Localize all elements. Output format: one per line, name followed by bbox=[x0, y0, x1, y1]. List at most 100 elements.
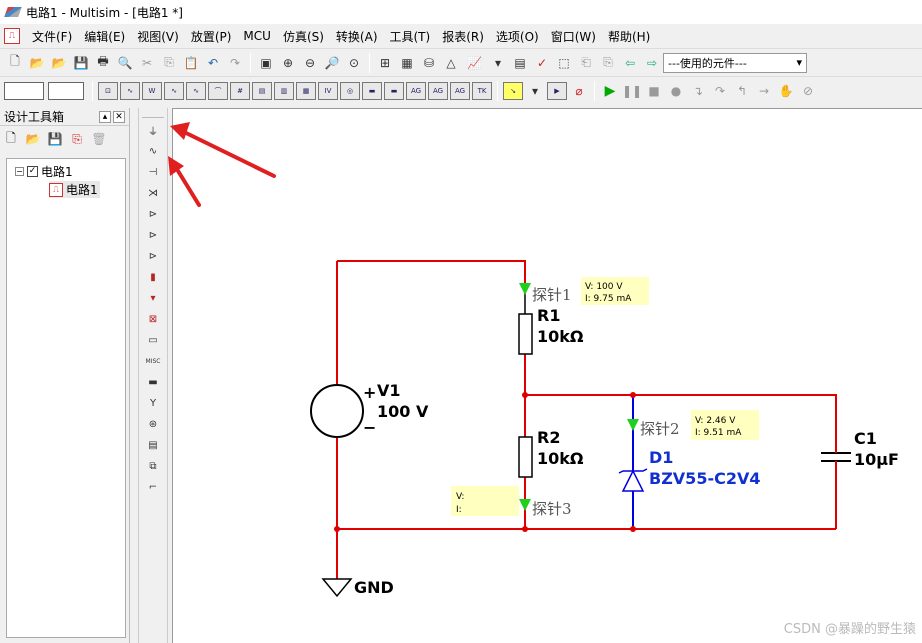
postprocessor-icon[interactable]: △ bbox=[441, 53, 461, 73]
pause-at-next-edge-icon[interactable]: ● bbox=[666, 81, 686, 101]
tektronix-oscilloscope-icon[interactable]: TK bbox=[472, 81, 492, 100]
copy-icon[interactable]: ⎘ bbox=[159, 53, 179, 73]
full-screen-icon[interactable]: ▣ bbox=[256, 53, 276, 73]
network-analyzer-icon[interactable]: ▬ bbox=[384, 81, 404, 100]
select-region-icon[interactable]: ⬚ bbox=[554, 53, 574, 73]
multimeter-icon[interactable]: ⊡ bbox=[98, 81, 118, 100]
menu-simulate[interactable]: 仿真(S) bbox=[277, 28, 330, 45]
transistor-icon[interactable]: ⋊ bbox=[141, 183, 165, 204]
menu-tools[interactable]: 工具(T) bbox=[384, 28, 437, 45]
pause-simulation-icon[interactable]: ❚❚ bbox=[622, 81, 642, 101]
run-simulation-icon[interactable]: ▶ bbox=[600, 81, 620, 101]
current-clamp-icon[interactable]: ⌀ bbox=[569, 81, 589, 101]
database-icon[interactable]: ⛁ bbox=[419, 53, 439, 73]
bode-plotter-icon[interactable]: ⌒ bbox=[208, 81, 228, 100]
checkbox-checked-icon[interactable]: ✓ bbox=[27, 166, 38, 177]
menu-mcu[interactable]: MCU bbox=[237, 29, 277, 43]
indicator-icon[interactable]: ⊠ bbox=[141, 309, 165, 330]
menu-reports[interactable]: 报表(R) bbox=[436, 28, 490, 45]
simulate-switch[interactable] bbox=[4, 81, 44, 100]
bus-icon[interactable]: ⌐ bbox=[141, 477, 165, 498]
zoom-in-icon[interactable]: ⊕ bbox=[278, 53, 298, 73]
frequency-counter-icon[interactable]: # bbox=[230, 81, 250, 100]
iv-analyzer-icon[interactable]: IV bbox=[318, 81, 338, 100]
transfer-forward-icon[interactable]: ⇨ bbox=[642, 53, 662, 73]
agilent-multimeter-icon[interactable]: AG bbox=[428, 81, 448, 100]
distortion-analyzer-icon[interactable]: ◎ bbox=[340, 81, 360, 100]
logic-converter-icon[interactable]: ▥ bbox=[274, 81, 294, 100]
back-annotate-icon[interactable]: ⎗ bbox=[576, 53, 596, 73]
collapse-icon[interactable]: − bbox=[15, 167, 24, 176]
rf-icon[interactable]: Y bbox=[141, 393, 165, 414]
mixed-icon[interactable]: ▾ bbox=[141, 288, 165, 309]
menu-transfer[interactable]: 转换(A) bbox=[330, 28, 384, 45]
forward-annotate-icon[interactable]: ⎘ bbox=[598, 53, 618, 73]
power-icon[interactable]: ▭ bbox=[141, 330, 165, 351]
simulate-switch-off[interactable] bbox=[48, 81, 84, 100]
probe-dropdown-icon[interactable]: ▾ bbox=[525, 81, 545, 101]
erc-icon[interactable]: ▤ bbox=[510, 53, 530, 73]
close-icon[interactable]: ✕ bbox=[113, 110, 125, 123]
cmos-icon[interactable]: ⊳ bbox=[141, 246, 165, 267]
step-out-icon[interactable]: ↰ bbox=[732, 81, 752, 101]
zoom-area-icon[interactable]: 🔎 bbox=[322, 53, 342, 73]
tree-root-node[interactable]: − ✓ 电路1 bbox=[15, 163, 73, 180]
c1-capacitor[interactable] bbox=[821, 426, 851, 489]
hierarchical-block-icon[interactable]: ⧉ bbox=[141, 456, 165, 477]
ground-symbol[interactable] bbox=[321, 578, 353, 598]
step-into-icon[interactable]: ↴ bbox=[688, 81, 708, 101]
measurement-probe-icon[interactable]: ↘ bbox=[503, 81, 523, 100]
paste-icon[interactable]: 📋 bbox=[181, 53, 201, 73]
agilent-generator-icon[interactable]: AG bbox=[406, 81, 426, 100]
zoom-fit-icon[interactable]: ⊙ bbox=[344, 53, 364, 73]
save-icon[interactable]: 💾 bbox=[71, 53, 91, 73]
close-design-icon[interactable]: ⎘ bbox=[68, 130, 86, 148]
print-preview-icon[interactable]: 🔍 bbox=[115, 53, 135, 73]
electromechanical-icon[interactable]: ⊛ bbox=[141, 414, 165, 435]
menu-file[interactable]: 文件(F) bbox=[26, 28, 78, 45]
panel-pin-icon[interactable]: ▴ bbox=[99, 110, 111, 123]
schematic-canvas[interactable]: + − V1 100 V R1 10kΩ R2 10kΩ D1 BZV55-C2… bbox=[172, 108, 922, 643]
function-generator-icon[interactable]: ∿ bbox=[120, 81, 140, 100]
spreadsheet-icon[interactable]: ▦ bbox=[397, 53, 417, 73]
transfer-back-icon[interactable]: ⇦ bbox=[620, 53, 640, 73]
menu-window[interactable]: 窗口(W) bbox=[545, 28, 602, 45]
misc-icon[interactable]: MISC bbox=[141, 351, 165, 372]
wattmeter-icon[interactable]: W bbox=[142, 81, 162, 100]
redo-icon[interactable]: ↷ bbox=[225, 53, 245, 73]
r2-resistor[interactable] bbox=[518, 436, 533, 478]
tree-child-node[interactable]: ⎍ 电路1 bbox=[49, 181, 100, 198]
analog-icon[interactable]: ⊳ bbox=[141, 204, 165, 225]
advanced-peripherals-icon[interactable]: ▬ bbox=[141, 372, 165, 393]
d1-zener-diode[interactable] bbox=[618, 468, 648, 492]
r1-resistor[interactable] bbox=[518, 313, 533, 355]
ttl-icon[interactable]: ⊳ bbox=[141, 225, 165, 246]
clear-erc-icon[interactable]: ✓ bbox=[532, 53, 552, 73]
labview-instrument-icon[interactable]: ▶ bbox=[547, 81, 567, 100]
logic-analyzer-icon[interactable]: ▦ bbox=[296, 81, 316, 100]
save-design-icon[interactable]: 💾 bbox=[46, 130, 64, 148]
step-over-icon[interactable]: ↷ bbox=[710, 81, 730, 101]
menu-place[interactable]: 放置(P) bbox=[185, 28, 238, 45]
document-icon[interactable]: ⎍ bbox=[4, 28, 20, 44]
new-design-icon[interactable]: 🗋 bbox=[2, 130, 20, 148]
menu-options[interactable]: 选项(O) bbox=[490, 28, 545, 45]
toggle-breakpoint-icon[interactable]: ✋ bbox=[776, 81, 796, 101]
zoom-out-icon[interactable]: ⊖ bbox=[300, 53, 320, 73]
cut-icon[interactable]: ✂ bbox=[137, 53, 157, 73]
hierarchy-icon[interactable]: ⊞ bbox=[375, 53, 395, 73]
menu-help[interactable]: 帮助(H) bbox=[602, 28, 656, 45]
misc-digital-icon[interactable]: ▮ bbox=[141, 267, 165, 288]
grapher-dropdown-icon[interactable]: ▾ bbox=[488, 53, 508, 73]
word-generator-icon[interactable]: ▤ bbox=[252, 81, 272, 100]
oscilloscope-icon[interactable]: ∿ bbox=[164, 81, 184, 100]
v1-source[interactable] bbox=[310, 384, 364, 438]
spectrum-analyzer-icon[interactable]: ▬ bbox=[362, 81, 382, 100]
basic-icon[interactable]: ∿ bbox=[141, 141, 165, 162]
source-icon[interactable]: ⏚ bbox=[141, 120, 165, 141]
grapher-icon[interactable]: 📈 bbox=[463, 53, 486, 73]
in-use-components-dropdown[interactable]: ---使用的元件--- ▾ bbox=[663, 52, 807, 73]
print-icon[interactable]: 🖶 bbox=[93, 53, 113, 73]
stop-simulation-icon[interactable]: ■ bbox=[644, 81, 664, 101]
mcu-icon[interactable]: ▤ bbox=[141, 435, 165, 456]
